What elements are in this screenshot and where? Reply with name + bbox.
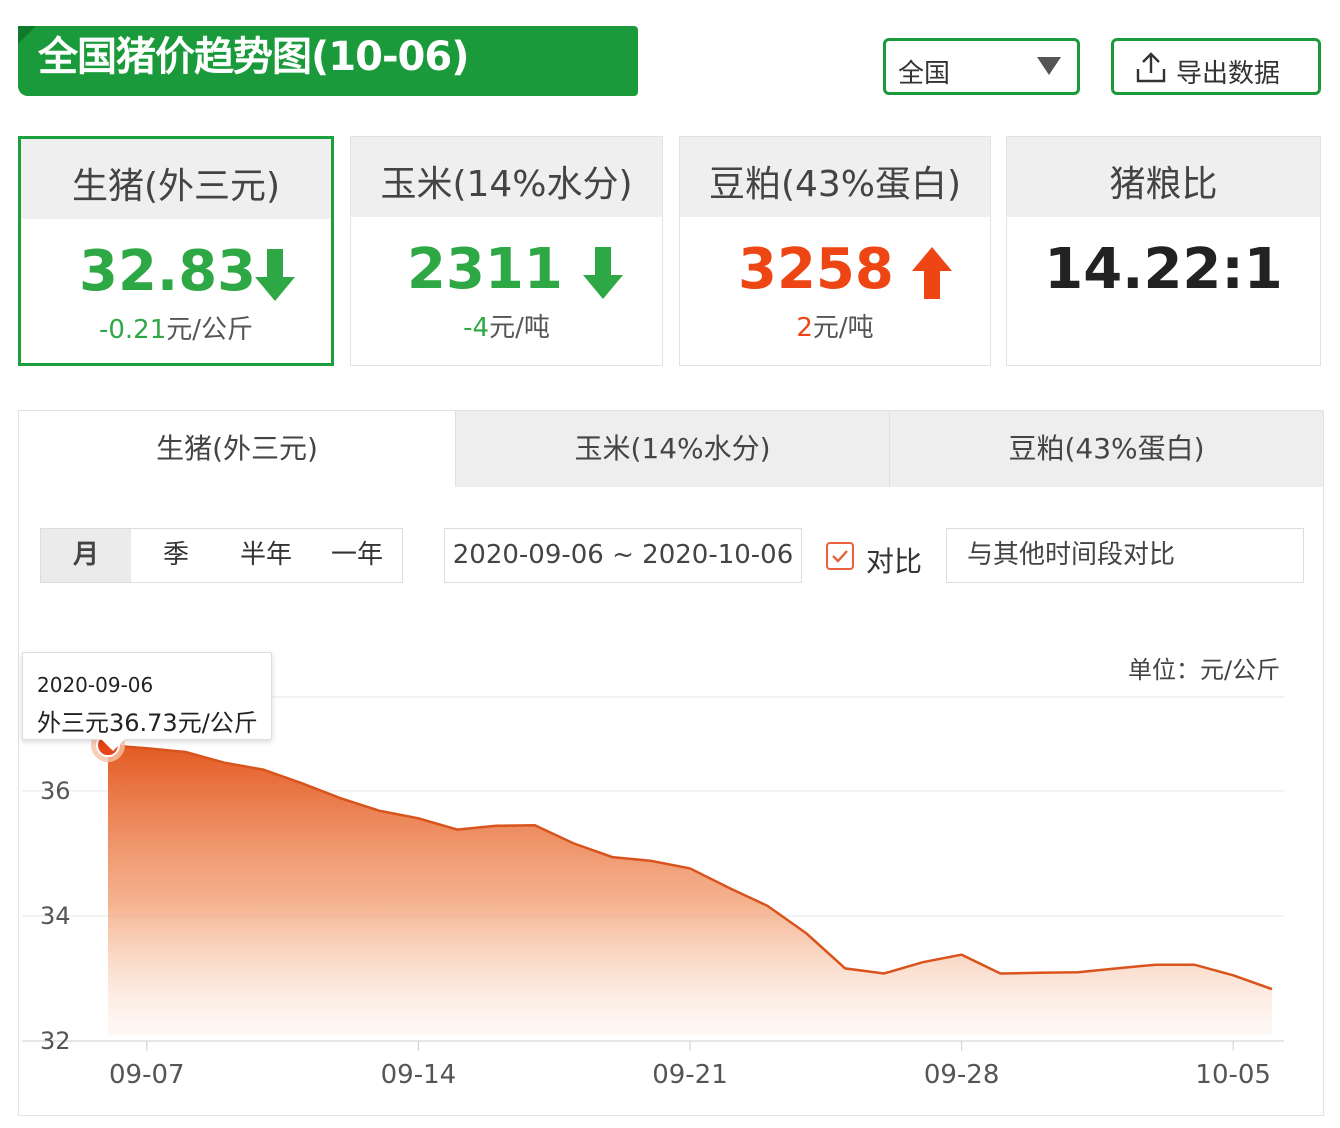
chart-tooltip: 2020-09-06 外三元36.73元/公斤 (22, 652, 272, 751)
x-tick-label: 10-05 (1195, 1060, 1271, 1090)
tooltip-date: 2020-09-06 (37, 673, 154, 697)
y-tick-label: 36 (40, 777, 71, 805)
price-trend-chart: 32 34 36 09-07 09-14 09-21 09-28 10-05 (22, 696, 1284, 1090)
area-fill (108, 745, 1272, 1035)
x-tick-label: 09-07 (109, 1060, 185, 1090)
tooltip-value: 外三元36.73元/公斤 (37, 709, 258, 737)
x-tick-label: 09-14 (381, 1060, 457, 1090)
y-tick-label: 32 (40, 1027, 71, 1055)
x-tick-label: 09-28 (924, 1060, 1000, 1090)
y-tick-label: 34 (40, 902, 71, 930)
x-tick-label: 09-21 (652, 1060, 728, 1090)
